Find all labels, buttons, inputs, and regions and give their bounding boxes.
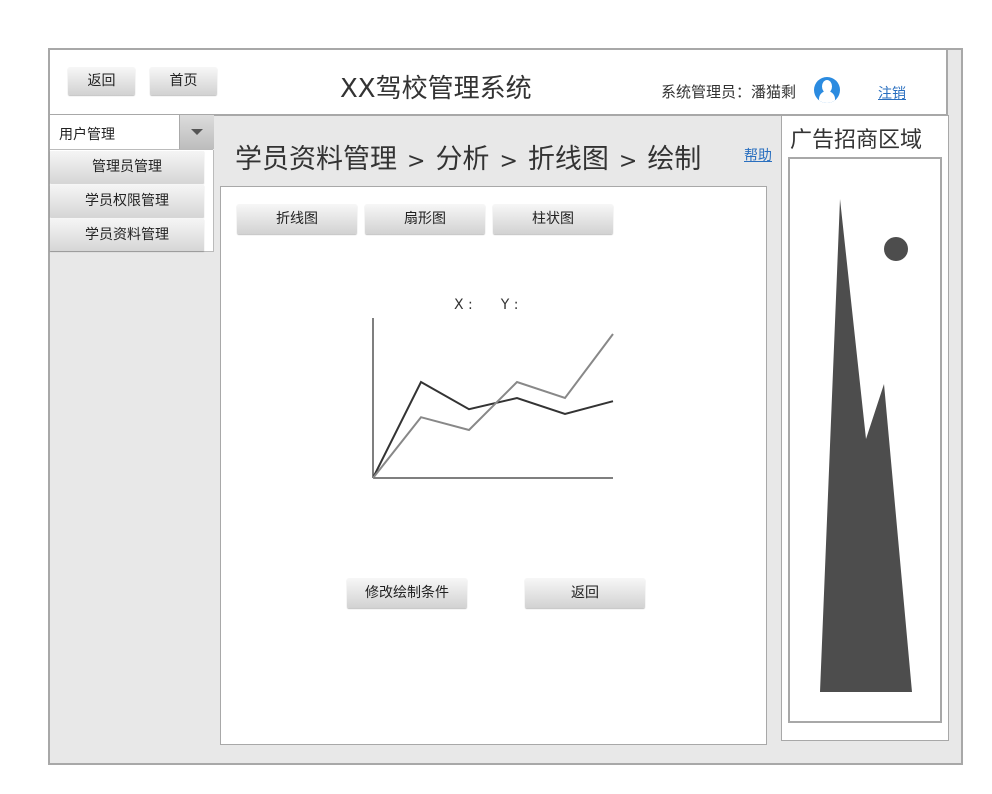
tab-line-chart[interactable]: 折线图 — [237, 204, 357, 234]
dropdown-toggle[interactable] — [179, 115, 214, 149]
line-chart — [372, 318, 614, 479]
select-value: 用户管理 — [59, 127, 115, 143]
modify-conditions-button[interactable]: 修改绘制条件 — [347, 578, 467, 608]
y-readout-label: Y : — [500, 297, 519, 313]
sidebar-item-admin-management[interactable]: 管理员管理 — [50, 151, 204, 183]
ad-image-placeholder[interactable] — [788, 157, 942, 723]
breadcrumb: 学员资料管理 > 分析 > 折线图 > 绘制 — [235, 137, 701, 176]
ad-title: 广告招商区域 — [790, 128, 923, 153]
app-title: XX驾校管理系统 — [340, 74, 532, 104]
breadcrumb-separator: > — [618, 149, 638, 174]
header-bar: 返回 首页 XX驾校管理系统 系统管理员：潘猫剩 注销 — [50, 50, 948, 116]
breadcrumb-item[interactable]: 分析 — [435, 144, 489, 175]
user-avatar-icon[interactable] — [814, 77, 840, 103]
chevron-down-icon — [191, 129, 203, 135]
back-button[interactable]: 返回 — [525, 578, 645, 608]
image-placeholder-icon — [820, 199, 912, 692]
breadcrumb-item[interactable]: 折线图 — [528, 144, 609, 175]
app-window: 返回 首页 XX驾校管理系统 系统管理员：潘猫剩 注销 用户管理 管理员管理 学… — [48, 48, 963, 765]
logout-link[interactable]: 注销 — [878, 83, 906, 103]
back-button[interactable]: 返回 — [68, 67, 135, 95]
sidebar-item-student-permissions[interactable]: 学员权限管理 — [50, 185, 204, 217]
tab-bar-chart[interactable]: 柱状图 — [493, 204, 613, 234]
breadcrumb-item[interactable]: 学员资料管理 — [235, 144, 397, 175]
breadcrumb-item-current: 绘制 — [647, 144, 702, 175]
series-line-dark — [372, 380, 614, 479]
breadcrumb-separator: > — [407, 149, 426, 174]
ad-area: 广告招商区域 — [781, 115, 949, 741]
admin-label: 系统管理员：潘猫剩 — [661, 83, 797, 101]
tab-pie-chart[interactable]: 扇形图 — [365, 204, 485, 234]
breadcrumb-separator: > — [499, 149, 518, 174]
x-readout-label: X : — [454, 297, 473, 313]
xy-readout: X : Y : — [454, 297, 518, 313]
home-button[interactable]: 首页 — [150, 67, 217, 95]
user-management-select[interactable]: 用户管理 — [50, 115, 214, 150]
chart-panel: 折线图 扇形图 柱状图 X : Y : 修改绘制条件 返回 — [220, 186, 767, 745]
sidebar-menu: 管理员管理 学员权限管理 学员资料管理 — [50, 150, 214, 252]
sidebar-item-student-records[interactable]: 学员资料管理 — [50, 219, 204, 251]
help-link[interactable]: 帮助 — [744, 145, 772, 165]
